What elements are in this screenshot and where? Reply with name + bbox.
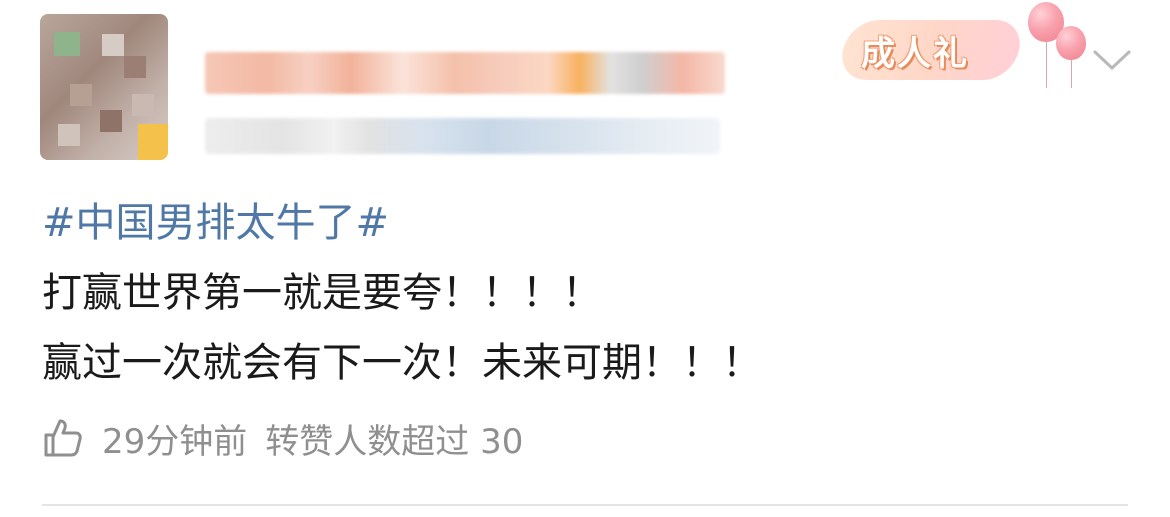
post-text-line: 赢过一次就会有下一次！未来可期！！！ xyxy=(42,340,762,386)
balloon-string xyxy=(1046,42,1047,88)
badge-label: 成人礼 xyxy=(861,34,969,74)
divider xyxy=(42,504,1128,506)
avatar-pixel-block xyxy=(138,124,168,160)
post-text-line: 打赢世界第一就是要夸！！！！ xyxy=(42,270,602,316)
username-blurred[interactable] xyxy=(205,52,725,94)
avatar-pixel-block xyxy=(70,84,92,106)
avatar[interactable] xyxy=(40,14,168,160)
balloon-string xyxy=(1071,60,1072,88)
avatar-pixel-block xyxy=(58,124,80,146)
thumbs-up-icon[interactable] xyxy=(42,417,84,459)
repost-like-count: 转赞人数超过 30 xyxy=(265,421,524,462)
balloon-icon xyxy=(1056,26,1086,60)
avatar-pixel-block xyxy=(100,110,122,132)
avatar-pixel-block xyxy=(124,56,146,78)
post-footer: 29分钟前 转赞人数超过 30 xyxy=(42,416,524,462)
avatar-pixel-block xyxy=(54,32,80,56)
post-time: 29分钟前 xyxy=(102,421,248,462)
chevron-down-icon[interactable] xyxy=(1092,44,1132,74)
coming-of-age-badge[interactable]: 成人礼 xyxy=(836,12,1033,80)
post-source-blurred xyxy=(205,118,720,154)
avatar-pixel-block xyxy=(132,94,154,116)
hashtag-link[interactable]: #中国男排太牛了# xyxy=(42,198,389,248)
avatar-pixel-block xyxy=(102,34,124,56)
